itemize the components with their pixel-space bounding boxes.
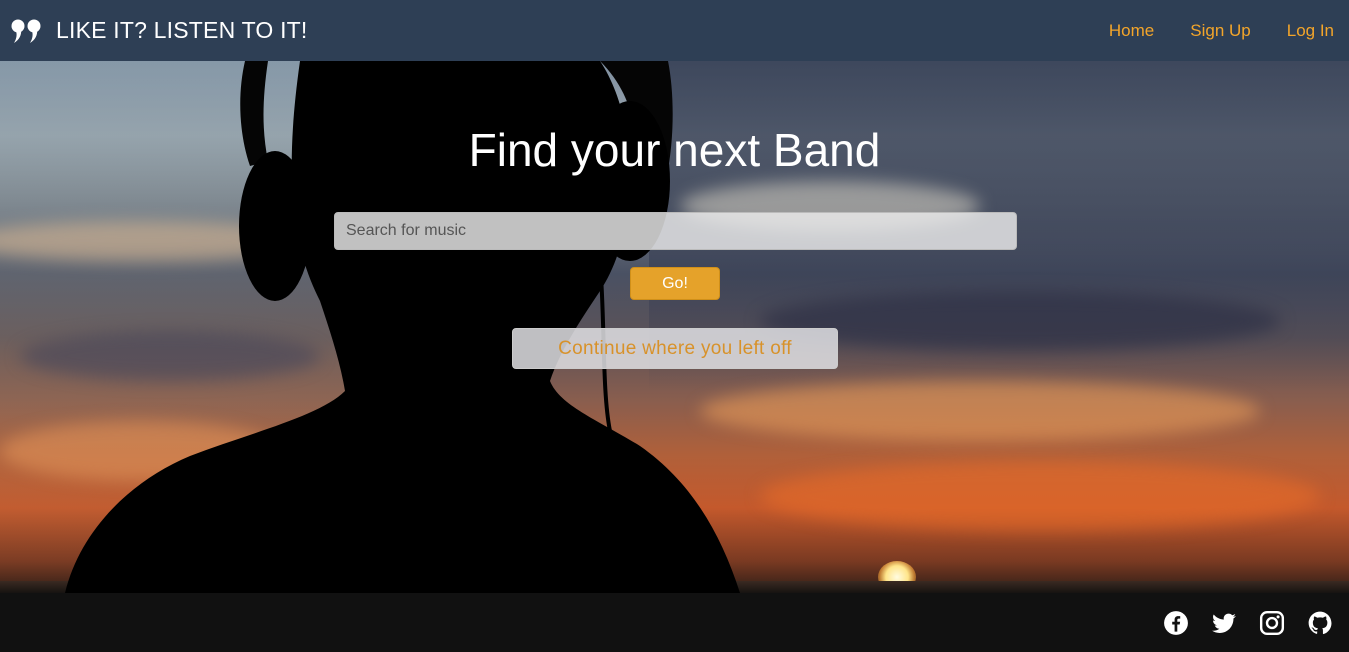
nav-links: Home Sign Up Log In — [1073, 21, 1334, 41]
nav-signup-link[interactable]: Sign Up — [1190, 21, 1250, 41]
instagram-icon[interactable] — [1259, 610, 1285, 636]
brand-title: LIKE IT? LISTEN TO IT! — [56, 17, 308, 43]
continue-button[interactable]: Continue where you left off — [512, 328, 838, 369]
go-button[interactable]: Go! — [630, 267, 720, 300]
facebook-icon[interactable] — [1163, 610, 1189, 636]
footer — [0, 593, 1349, 652]
nav-login-link[interactable]: Log In — [1287, 21, 1334, 41]
hero-section: Find your next Band Go! Continue where y… — [0, 61, 1349, 593]
navbar: LIKE IT? LISTEN TO IT! Home Sign Up Log … — [0, 0, 1349, 61]
quote-icon — [11, 19, 41, 43]
github-icon[interactable] — [1307, 610, 1333, 636]
hero-title: Find your next Band — [468, 124, 881, 176]
brand[interactable]: LIKE IT? LISTEN TO IT! — [10, 17, 308, 45]
nav-home-link[interactable]: Home — [1109, 21, 1154, 41]
search-input[interactable] — [334, 212, 1017, 250]
twitter-icon[interactable] — [1211, 610, 1237, 636]
